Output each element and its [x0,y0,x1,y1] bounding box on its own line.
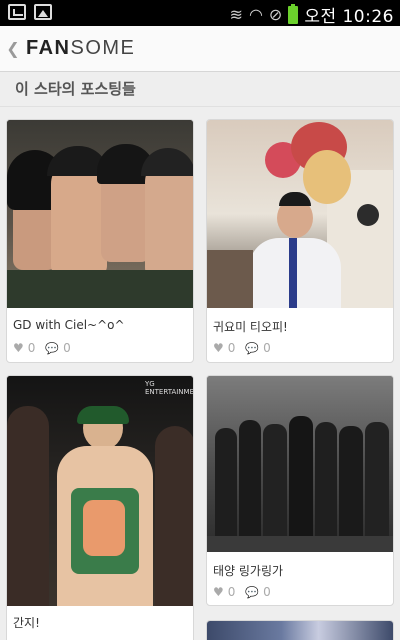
comment-icon[interactable]: 💬 [245,342,259,355]
battery-icon [288,3,299,24]
post-photo[interactable] [7,120,193,308]
comment-icon[interactable]: 💬 [45,342,59,355]
image-icon [34,4,52,20]
logo-light-text: SOME [70,37,136,59]
comment-count: 0 [263,585,271,599]
post-stats: ♥ 0 💬 0 [13,341,77,355]
comment-count: 0 [263,341,271,355]
app-logo[interactable]: FANSOME [26,37,135,60]
post-stats: ♥ 0 💬 0 [213,341,277,355]
app-bar: ❮ FANSOME [0,26,400,72]
clock: 오전 10:26 [304,7,394,27]
post-caption: 간지! [13,616,40,630]
comment-count: 0 [63,341,71,355]
post-caption: 태양 링가링가 [213,564,284,578]
post-card[interactable]: 태양 링가링가 ♥ 0 💬 0 [206,375,394,606]
post-card[interactable]: YG ENTERTAINMENT 간지! [6,375,194,640]
photo-watermark: YG ENTERTAINMENT [145,380,193,396]
wifi-icon: ◠ [248,4,263,24]
post-card[interactable]: GD with Ciel~^o^ ♥ 0 💬 0 [6,119,194,363]
section-divider [0,106,400,107]
back-chevron-icon[interactable]: ❮ [2,39,24,58]
no-sim-icon: ⊘ [268,4,283,24]
heart-icon[interactable]: ♥ [213,341,224,355]
system-icons: ≋ ◠ ⊘ 오전 10:26 [230,2,394,27]
post-card[interactable] [206,620,394,640]
post-caption: GD with Ciel~^o^ [13,318,125,332]
like-count: 0 [227,341,236,355]
heart-icon[interactable]: ♥ [13,341,24,355]
post-photo[interactable]: YG ENTERTAINMENT [7,376,193,606]
post-stats: ♥ 0 💬 0 [213,585,277,599]
notification-icons [8,4,52,20]
usb-icon [8,4,26,20]
post-caption: 귀요미 티오피! [213,320,288,334]
post-photo[interactable] [207,621,393,640]
post-photo[interactable] [207,120,393,308]
post-photo[interactable] [207,376,393,552]
heart-icon[interactable]: ♥ [213,585,224,599]
like-count: 0 [27,341,36,355]
status-bar: ≋ ◠ ⊘ 오전 10:26 [0,0,400,27]
post-card[interactable]: 귀요미 티오피! ♥ 0 💬 0 [206,119,394,363]
comment-icon[interactable]: 💬 [245,586,259,599]
vibrate-icon: ≋ [229,4,243,24]
section-title: 이 스타의 포스팅들 [15,80,136,98]
like-count: 0 [227,585,236,599]
logo-bold-text: FAN [26,37,71,59]
